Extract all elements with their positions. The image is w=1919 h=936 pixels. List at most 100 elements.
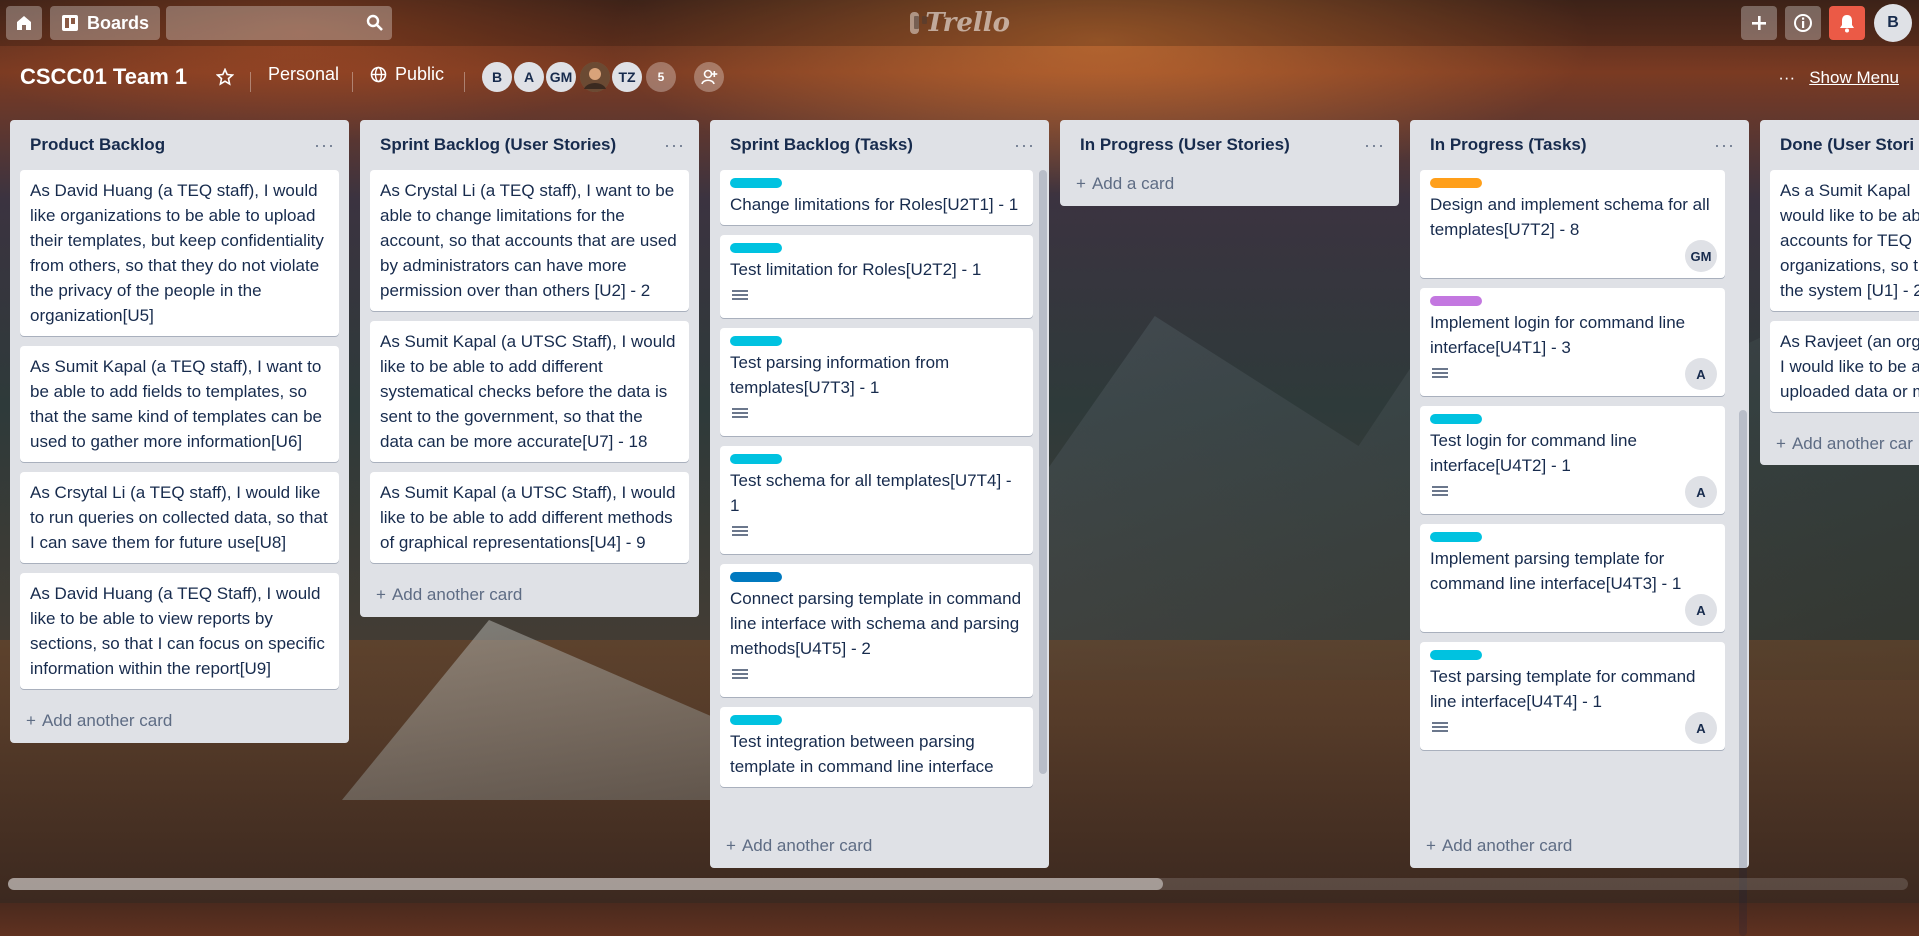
card-title: As Crystal Li (a TEQ staff), I want to b… [380,181,677,300]
visibility-button[interactable]: Public [370,64,444,85]
card[interactable]: As Ravjeet (an org I would like to be a … [1770,321,1919,412]
card[interactable]: Connect parsing template in command line… [720,564,1033,697]
card[interactable]: Test integration between parsing templat… [720,707,1033,787]
card[interactable]: As David Huang (a TEQ Staff), I would li… [20,573,339,689]
board-title[interactable]: CSCC01 Team 1 [20,64,187,90]
card-title: Test parsing information from templates[… [730,353,950,397]
star-button[interactable] [216,68,234,86]
card-member-avatar[interactable]: GM [1685,240,1717,272]
card[interactable]: As Sumit Kapal (a UTSC Staff), I would l… [370,321,689,462]
member-photo-avatar[interactable] [580,62,610,92]
card-member-avatar[interactable]: A [1685,712,1717,744]
more-members-count[interactable]: 5 [646,62,676,92]
member-avatar[interactable]: B [482,62,512,92]
create-button[interactable] [1741,6,1777,40]
description-icon [1432,486,1448,498]
plus-icon: + [1426,836,1436,855]
add-card-button[interactable]: + Add another card [1420,824,1739,868]
list-menu-icon[interactable]: ··· [1714,135,1735,156]
list-scrollbar[interactable] [1039,170,1047,774]
card[interactable]: As a Sumit Kapal would like to be ab acc… [1770,170,1919,311]
list-sprint-backlog-tasks: Sprint Backlog (Tasks) ··· Change limita… [710,120,1049,868]
list-menu-icon[interactable]: ··· [1014,135,1035,156]
list-header: Sprint Backlog (Tasks) ··· [720,120,1039,170]
card[interactable]: As Crsytal Li (a TEQ staff), I would lik… [20,472,339,563]
information-button[interactable] [1785,6,1821,40]
header-divider [464,72,465,92]
description-icon [732,526,748,538]
notifications-button[interactable] [1829,6,1865,40]
add-card-button[interactable]: + Add another card [720,824,1039,868]
card[interactable]: As Crystal Li (a TEQ staff), I want to b… [370,170,689,311]
card-title: As Sumit Kapal (a UTSC Staff), I would l… [380,332,676,451]
list-title[interactable]: Product Backlog [30,135,165,155]
user-avatar[interactable]: B [1874,4,1912,42]
card-member-avatar[interactable]: A [1685,594,1717,626]
list-title[interactable]: In Progress (Tasks) [1430,135,1587,155]
add-card-button[interactable]: + Add another car [1770,422,1919,465]
card-title: As David Huang (a TEQ Staff), I would li… [30,584,325,678]
card-member-avatar[interactable]: A [1685,358,1717,390]
card-title: As Crsytal Li (a TEQ staff), I would lik… [30,483,328,552]
invite-member-button[interactable] [694,62,724,92]
search-icon[interactable] [366,14,384,32]
card[interactable]: Test parsing template for command line i… [1420,642,1725,750]
list-menu-icon[interactable]: ··· [314,135,335,156]
list-menu-icon[interactable]: ··· [1364,135,1385,156]
card[interactable]: As Sumit Kapal (a TEQ staff), I want to … [20,346,339,462]
card-label [730,715,782,725]
card-label [1430,296,1482,306]
card[interactable]: Test login for command line interface[U4… [1420,406,1725,514]
add-card-button[interactable]: + Add another card [370,573,689,617]
card[interactable]: As Sumit Kapal (a UTSC Staff), I would l… [370,472,689,563]
list-title[interactable]: In Progress (User Stories) [1080,135,1290,155]
top-navigation-bar: Boards Trello B [0,0,1919,46]
card[interactable]: Change limitations for Roles[U2T1] - 1 [720,170,1033,225]
card-label [1430,650,1482,660]
list-in-progress-user-stories: In Progress (User Stories) ··· + Add a c… [1060,120,1399,206]
list-header: Sprint Backlog (User Stories) ··· [370,120,689,170]
card-title: Test login for command line interface[U4… [1430,431,1637,475]
description-icon [732,290,748,302]
card-label [730,454,782,464]
boards-button[interactable]: Boards [50,6,160,40]
card-member-avatar[interactable]: A [1685,476,1717,508]
add-card-button[interactable]: + Add a card [1070,162,1389,206]
card[interactable]: Implement parsing template for command l… [1420,524,1725,632]
home-button[interactable] [6,6,42,40]
list-title[interactable]: Done (User Stori [1780,135,1914,155]
card[interactable]: As David Huang (a TEQ staff), I would li… [20,170,339,336]
card-title: As Sumit Kapal (a TEQ staff), I want to … [30,357,323,451]
ellipsis-icon: ··· [1778,68,1796,87]
card[interactable]: Design and implement schema for all temp… [1420,170,1725,278]
search-input[interactable] [166,6,392,40]
list-title[interactable]: Sprint Backlog (Tasks) [730,135,913,155]
member-avatar[interactable]: GM [546,62,576,92]
card[interactable]: Test schema for all templates[U7T4] - 1 [720,446,1033,554]
member-avatar[interactable]: A [514,62,544,92]
list-sprint-backlog-user-stories: Sprint Backlog (User Stories) ··· As Cry… [360,120,699,617]
card[interactable]: Implement login for command line interfa… [1420,288,1725,396]
card-title: Test limitation for Roles[U2T2] - 1 [730,260,982,279]
add-card-button[interactable]: + Add another card [20,699,339,743]
profile-photo-icon [580,62,610,92]
star-icon [216,68,234,86]
plus-icon [1752,16,1766,30]
show-menu-button[interactable]: ··· Show Menu [1778,68,1899,88]
description-icon [732,669,748,681]
list-scrollbar[interactable] [1739,410,1747,936]
card-label [730,178,782,188]
card-title: Implement login for command line interfa… [1430,313,1686,357]
list-product-backlog: Product Backlog ··· As David Huang (a TE… [10,120,349,743]
card-label [1430,178,1482,188]
list-menu-icon[interactable]: ··· [664,135,685,156]
card[interactable]: Test parsing information from templates[… [720,328,1033,436]
trello-logo[interactable]: Trello [910,6,1010,40]
board-scroll-thumb[interactable] [8,878,1163,890]
list-title[interactable]: Sprint Backlog (User Stories) [380,135,616,155]
team-button[interactable]: Personal [268,64,339,85]
card[interactable]: Test limitation for Roles[U2T2] - 1 [720,235,1033,318]
globe-icon [370,66,387,83]
plus-icon: + [1776,434,1786,453]
member-avatar[interactable]: TZ [612,62,642,92]
